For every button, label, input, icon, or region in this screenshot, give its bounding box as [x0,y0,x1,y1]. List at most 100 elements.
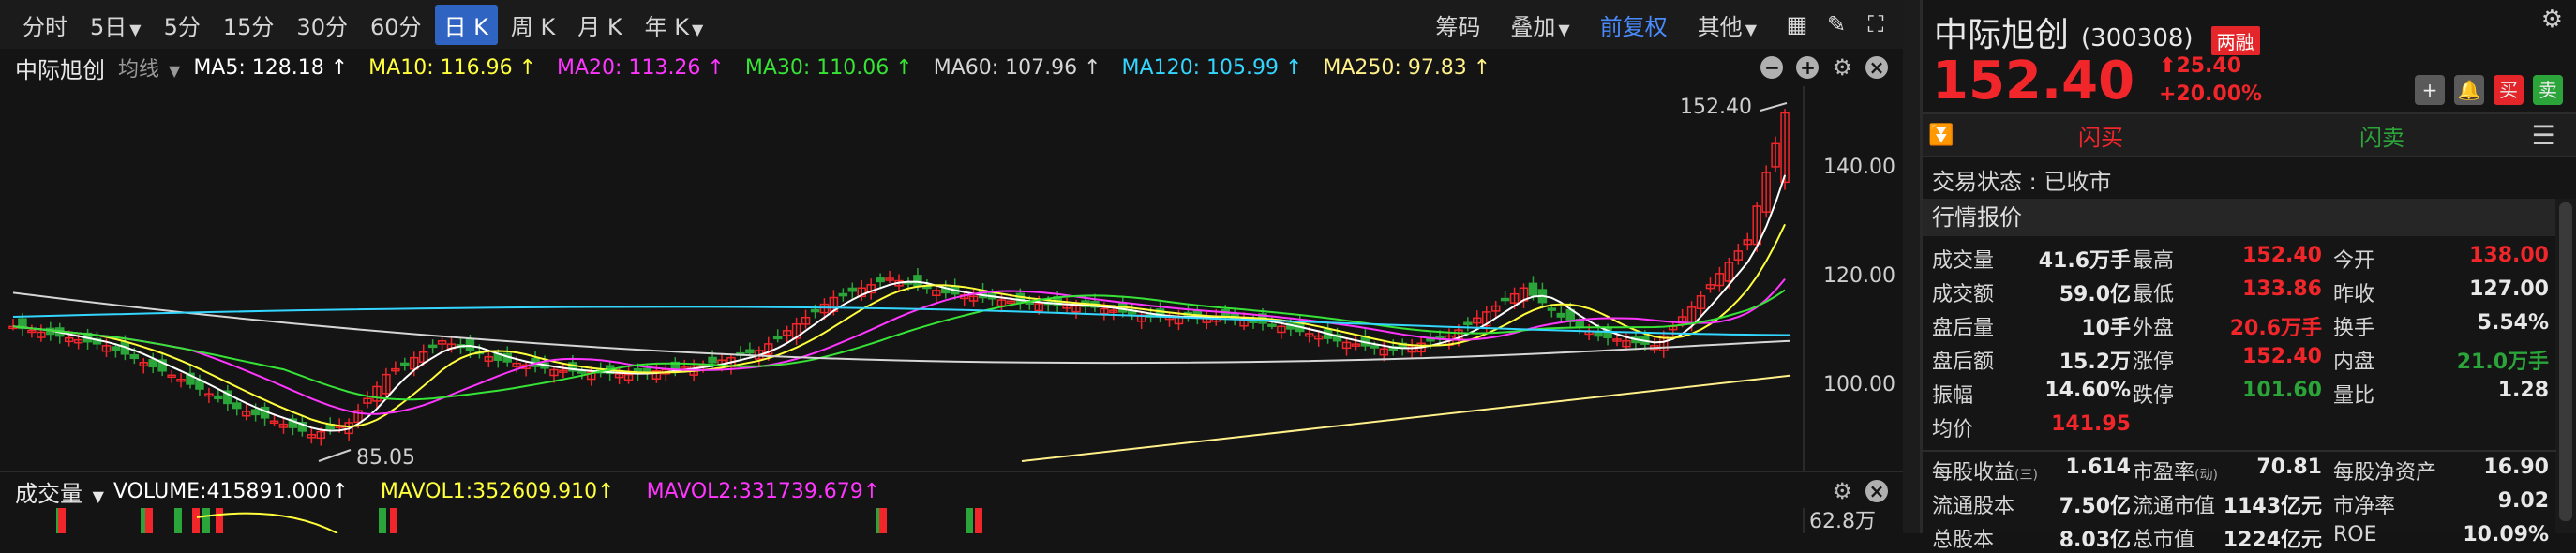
period-tab-9[interactable]: 年 K ▼ [636,5,713,45]
period-tab-5[interactable]: 60分 [361,5,431,45]
quote-value: 41.6万手 [2038,249,2131,273]
zoom-in-icon[interactable]: + [1796,56,1820,79]
candle-body [250,409,261,416]
period-tab-6[interactable]: 日 K [434,4,498,45]
quote-label: 振幅 [1932,379,1973,409]
quote-value: 1.28 [2497,379,2549,402]
quote-label: 盘后量 [1932,311,1994,341]
adjust-button[interactable]: 前复权 [1591,5,1677,45]
quote-value: 21.0万手 [2456,351,2549,374]
candle-body [1556,312,1566,318]
quote-label: ROE [2333,523,2377,546]
quote-label-text: 市盈率 [2133,461,2195,485]
volume-bar [216,508,223,533]
close-icon[interactable]: × [1865,56,1888,79]
quote-row: 盘后额 15.2万 涨停 152.40 内盘 21.0万手 [1923,341,2556,375]
period-tab-3[interactable]: 15分 [214,5,284,45]
overlay-button[interactable]: 叠加 ▼ [1501,5,1579,45]
bell-icon[interactable]: 🔔 [2454,75,2484,105]
quote-label: 昨收 [2333,277,2374,307]
volume-svg [56,508,1805,533]
quote-label: 成交量 [1932,244,1994,274]
candle-body [111,346,121,351]
flash-sell-button[interactable]: 闪卖 [2241,119,2523,152]
chevron-down-icon: ▼ [692,20,704,38]
quote-label: 最高 [2133,244,2174,274]
quote-label-text: 内盘 [2333,351,2375,374]
quote-label-text: 量比 [2333,384,2375,408]
gear-icon[interactable]: ⚙ [1832,478,1852,504]
quote-label-text: 每股收益 [1932,461,2015,485]
period-label: 日 K [443,13,488,40]
add-watchlist-icon[interactable]: + [2415,75,2445,105]
period-tab-0[interactable]: 分时 [13,5,77,45]
candle-body [232,402,242,410]
menu-icon[interactable]: ☰ [2523,120,2564,151]
quote-value: 7.50亿 [2059,495,2131,518]
sell-button[interactable]: 卖 [2533,75,2563,105]
quote-value: 133.86 [2242,277,2322,301]
candle-body [838,292,848,297]
chart-scrollbar[interactable] [1903,0,1920,533]
candle-body [129,353,140,360]
quote-value: 1224亿元 [2223,529,2322,552]
volume-bar [145,508,153,533]
quote-value: 101.60 [2242,379,2322,402]
buy-button[interactable]: 买 [2494,75,2524,105]
other-button[interactable]: 其他 ▼ [1688,5,1766,45]
quote-label: 总市值 [2133,523,2194,553]
quote-value: 141.95 [2051,412,2131,436]
quote-label-text: 总市值 [2133,529,2195,552]
draw-pen-icon[interactable]: ✎ [1824,11,1849,37]
candle-body [913,275,922,287]
close-icon[interactable]: × [1865,480,1888,502]
period-tab-2[interactable]: 5分 [155,5,210,45]
quote-value: 16.90 [2483,456,2549,479]
period-tab-4[interactable]: 30分 [287,5,357,45]
quote-scrollbar[interactable] [2555,199,2576,533]
quote-value: 152.40 [2242,244,2322,267]
period-label: 5分 [163,13,201,40]
quote-actions: + 🔔 买 卖 [2405,75,2563,105]
indicator-select[interactable]: 均线 ▼ [118,52,180,82]
period-toolbar: 分时 5日 ▼ 5分 15分 30分 60分日 K 周 K月 K年 K ▼ 筹码 叠加 ▼ 前复权… [0,0,1903,49]
volume-bar [379,508,386,533]
candle-body [1547,307,1557,311]
quote-label: 每股收益(三) [1932,456,2038,486]
period-tab-8[interactable]: 月 K [568,5,631,45]
ma-value-2: MA20: 113.26 ↑ [557,55,725,80]
quote-label-sub: (三) [2014,468,2038,483]
volume-bar [975,508,982,533]
chart-stock-name: 中际旭创 [15,56,105,83]
quote-label-text: 盘后量 [1932,317,1995,340]
candle-body [148,359,157,368]
chip-button[interactable]: 筹码 [1426,5,1490,45]
gear-icon[interactable]: ⚙ [2541,6,2563,34]
fullscreen-icon[interactable]: ⛶ [1864,11,1888,37]
quote-value: 59.0亿 [2059,283,2131,306]
collapse-icon[interactable]: ⏬ [1923,124,1960,147]
ma250-line [1021,374,1791,462]
candle-body [847,287,858,292]
ma-value-3: MA30: 110.06 ↑ [744,55,913,80]
quote-value: 152.40 [2242,345,2322,368]
quote-label-sub: (动) [2194,468,2218,483]
chart-pane: 分时 5日 ▼ 5分 15分 30分 60分日 K 周 K月 K年 K ▼ 筹码 叠加 ▼ 前复权… [0,0,1903,533]
zoom-out-icon[interactable]: − [1760,56,1784,79]
other-label: 其他 [1697,13,1743,40]
low-marker-arrow [318,449,352,462]
quote-label: 涨停 [2133,345,2174,375]
gear-icon[interactable]: ⚙ [1832,54,1852,81]
chevron-down-icon: ▼ [1745,20,1757,38]
ma-values: MA5: 128.18 ↑ MA10: 116.96 ↑ MA20: 113.26 … [193,56,1511,80]
period-tab-7[interactable]: 周 K [502,5,564,45]
volume-chart[interactable] [0,508,1903,533]
kline-chart[interactable]: 140.00 120.00 100.00 152.40 85.05 [0,86,1903,471]
quote-label: 均价 [1932,412,1973,442]
layout-grid-icon[interactable]: ▦ [1785,11,1809,37]
flash-buy-button[interactable]: 闪买 [1960,119,2241,152]
scroll-thumb[interactable] [2559,202,2572,521]
period-tab-1[interactable]: 5日 ▼ [81,5,151,45]
volume-select[interactable]: 成交量 ▼ [15,475,104,508]
quote-label-text: 流通股本 [1932,495,2015,518]
